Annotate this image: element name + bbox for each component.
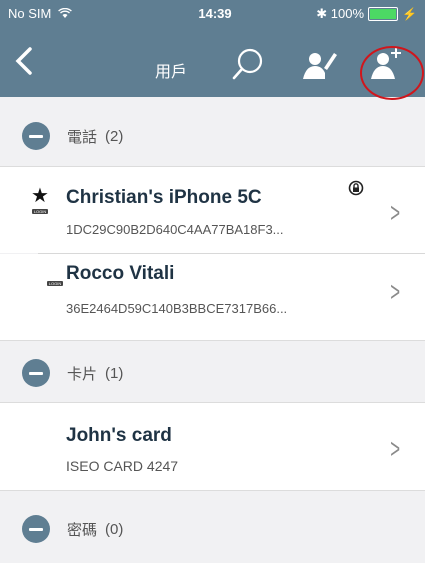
collapse-passwords-button[interactable]: [22, 515, 50, 543]
list-item-card[interactable]: John's card ISEO CARD 4247 >: [0, 403, 425, 490]
chevron-right-icon: >: [389, 197, 400, 228]
page-title: 用戶: [155, 64, 188, 81]
back-button[interactable]: [14, 46, 34, 82]
chevron-left-icon: [15, 47, 32, 75]
chevron-right-icon: >: [389, 276, 400, 307]
wifi-icon: [58, 7, 72, 18]
battery-icon: [368, 7, 399, 21]
device-id: 1DC29C90B2D640C4AA77BA18F3...: [66, 222, 284, 237]
edit-users-button[interactable]: [298, 46, 338, 82]
charging-icon: ⚡: [402, 7, 417, 21]
section-label: 卡片: [67, 365, 98, 383]
section-count: (2): [105, 127, 124, 145]
nav-bar: 用戶: [0, 32, 425, 97]
user-edit-icon: [303, 53, 337, 79]
user-add-icon: [371, 48, 401, 79]
section-passwords: 密碼 (0): [0, 500, 425, 558]
collapse-cards-button[interactable]: [22, 359, 50, 387]
section-phones: 電話 (2): [0, 108, 425, 164]
divider: [0, 340, 425, 341]
section-count: (1): [105, 364, 124, 382]
add-user-button[interactable]: [365, 46, 405, 82]
status-time: 14:39: [198, 6, 232, 21]
list-item-device[interactable]: LOGIN Rocco Vitali 36E2464D59C140B3BBCE7…: [0, 254, 425, 340]
section-count: (0): [105, 520, 124, 538]
section-cards: 卡片 (1): [0, 345, 425, 401]
chevron-right-icon: >: [389, 433, 400, 464]
section-label: 密碼: [67, 521, 98, 539]
carrier-label: No SIM: [8, 6, 72, 21]
device-name: Rocco Vitali: [66, 263, 175, 284]
status-right: ✱ 100% ⚡: [316, 6, 417, 22]
collapse-phones-button[interactable]: [22, 122, 50, 150]
login-tag: LOGIN: [32, 209, 48, 214]
lock-icon: [348, 180, 364, 201]
status-bar: No SIM 14:39 ✱ 100% ⚡: [0, 0, 425, 28]
section-label: 電話: [67, 128, 98, 146]
divider: [0, 490, 425, 491]
star-icon: ★: [31, 185, 49, 207]
login-tag: LOGIN: [47, 281, 63, 286]
header: No SIM 14:39 ✱ 100% ⚡ 用戶: [0, 0, 425, 97]
device-name: Christian's iPhone 5C: [66, 187, 262, 208]
carrier-text: No SIM: [8, 6, 52, 21]
device-id: 36E2464D59C140B3BBCE7317B66...: [66, 301, 288, 316]
card-id: ISEO CARD 4247: [66, 458, 179, 474]
search-button[interactable]: [228, 46, 268, 82]
search-icon: [232, 48, 263, 80]
card-name: John's card: [66, 425, 172, 446]
bluetooth-battery-text: ✱ 100%: [316, 6, 365, 21]
